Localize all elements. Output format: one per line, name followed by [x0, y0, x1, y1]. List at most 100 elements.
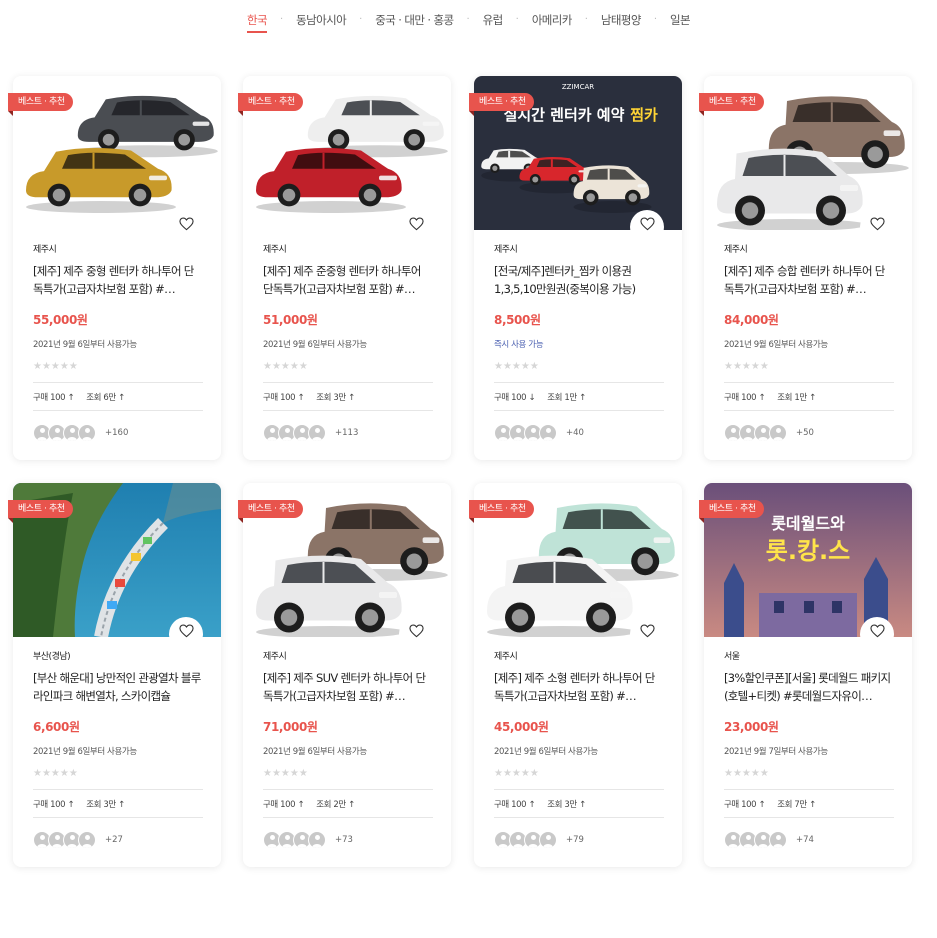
star-icons: ★★★★★ — [33, 361, 78, 372]
wishlist-heart-icon[interactable] — [399, 617, 433, 651]
best-recommend-badge: 베스트 · 추천 — [8, 93, 73, 116]
wishlist-heart-icon[interactable] — [630, 210, 664, 244]
product-card[interactable]: 베스트 · 추천 제주시 [제주] 제주 준중형 렌터카 하나투어 단독특가(고… — [238, 76, 451, 460]
purchase-count: 구매 100 ↑ — [724, 392, 766, 403]
view-count: 조회 3만 ↑ — [86, 799, 125, 810]
user-avatar-icon — [539, 831, 557, 849]
reviewer-avatars: +74 — [724, 830, 894, 850]
extra-user-count: +79 — [566, 835, 584, 845]
wishlist-heart-icon[interactable] — [399, 210, 433, 244]
extra-user-count: +113 — [335, 428, 359, 438]
product-card[interactable]: 베스트 · 추천 제주시 [제주] 제주 소형 렌터카 하나투어 단독특가(고급… — [469, 483, 682, 867]
product-card[interactable]: 롯데월드와 롯.캉.스 베스트 · 추천 서울 [3%할인쿠폰][서울] 롯데월… — [699, 483, 912, 867]
product-location: 부산(경남) — [33, 652, 71, 662]
tab-separator: · — [279, 14, 284, 25]
rating-stars: ★★★★★ — [724, 768, 894, 779]
tab-1[interactable]: 동남아시아 — [296, 12, 347, 31]
wishlist-heart-icon[interactable] — [169, 210, 203, 244]
product-stats: 구매 100 ↑ 조회 3만 ↑ — [33, 789, 203, 818]
tab-3[interactable]: 유럽 — [483, 12, 504, 31]
tab-separator: · — [466, 14, 470, 25]
product-card[interactable]: 베스트 · 추천 제주시 [제주] 제주 SUV 렌터카 하나투어 단독특가(고… — [238, 483, 451, 867]
purchase-count: 구매 100 ↑ — [33, 392, 75, 403]
product-stats: 구매 100 ↑ 조회 2만 ↑ — [263, 789, 433, 818]
best-recommend-badge: 베스트 · 추천 — [469, 93, 534, 116]
product-card[interactable]: 베스트 · 추천 부산(경남) [부산 해운대] 낭만적인 관광열차 블루라인파… — [8, 483, 221, 867]
product-location: 제주시 — [494, 652, 518, 662]
product-price: 45,000원 — [494, 720, 549, 734]
reviewer-avatars: +113 — [263, 423, 433, 443]
purchase-count: 구매 100 ↑ — [724, 799, 766, 810]
user-avatar-icon — [769, 831, 787, 849]
rating-stars: ★★★★★ — [494, 768, 664, 779]
product-title[interactable]: [제주] 제주 SUV 렌터카 하나투어 단독특가(고급자차보험 포함) #… — [263, 669, 433, 705]
product-title[interactable]: [제주] 제주 소형 렌터카 하나투어 단독특가(고급자차보험 포함) #… — [494, 669, 664, 705]
svg-text:롯데월드와: 롯데월드와 — [771, 514, 845, 533]
product-stats: 구매 100 ↑ 조회 6만 ↑ — [33, 382, 203, 411]
star-icons: ★★★★★ — [263, 768, 308, 779]
product-title[interactable]: [부산 해운대] 낭만적인 관광열차 블루라인파크 해변열차, 스카이캡슐 — [33, 669, 203, 705]
tab-4[interactable]: 아메리카 — [532, 12, 573, 31]
product-title[interactable]: [제주] 제주 승합 렌터카 하나투어 단독특가(고급자차보험 포함) #… — [724, 262, 894, 298]
best-recommend-badge: 베스트 · 추천 — [469, 500, 534, 523]
rating-stars: ★★★★★ — [33, 768, 203, 779]
wishlist-heart-icon[interactable] — [630, 617, 664, 651]
product-card[interactable]: ZZIMCAR 실시간 렌터카 예약 찜카 베스트 · 추천 제주시 [전국/제… — [469, 76, 682, 460]
product-price: 71,000원 — [263, 720, 318, 734]
product-location: 제주시 — [494, 245, 518, 255]
availability-text: 2021년 9월 6일부터 사용가능 — [263, 340, 367, 350]
reviewer-avatars: +50 — [724, 423, 894, 443]
tab-separator: · — [653, 14, 658, 25]
tab-separator: · — [584, 14, 588, 25]
view-count: 조회 7만 ↑ — [777, 799, 816, 810]
rating-stars: ★★★★★ — [33, 361, 203, 372]
rating-stars: ★★★★★ — [494, 361, 664, 372]
availability-text: 2021년 9월 6일부터 사용가능 — [263, 747, 367, 757]
user-avatar-icon — [308, 424, 326, 442]
best-recommend-badge: 베스트 · 추천 — [238, 500, 303, 523]
star-icons: ★★★★★ — [494, 361, 539, 372]
product-title[interactable]: [제주] 제주 중형 렌터카 하나투어 단독특가(고급자차보험 포함) #… — [33, 262, 203, 298]
product-location: 서울 — [724, 652, 740, 662]
availability-text: 2021년 9월 6일부터 사용가능 — [33, 340, 137, 350]
availability-text: 2021년 9월 6일부터 사용가능 — [33, 747, 137, 757]
product-title[interactable]: [3%할인쿠폰][서울] 롯데월드 패키지(호텔+티켓) #롯데월드자유이… — [724, 669, 894, 705]
best-recommend-badge: 베스트 · 추천 — [699, 500, 764, 523]
tab-separator: · — [359, 14, 363, 25]
view-count: 조회 1만 ↑ — [777, 392, 816, 403]
product-price: 8,500원 — [494, 313, 541, 327]
product-stats: 구매 100 ↑ 조회 1만 ↑ — [724, 382, 894, 411]
tab-6[interactable]: 일본 — [670, 12, 691, 31]
wishlist-heart-icon[interactable] — [169, 617, 203, 651]
rating-stars: ★★★★★ — [263, 361, 433, 372]
tab-0[interactable]: 한국 — [247, 12, 268, 33]
wishlist-heart-icon[interactable] — [860, 617, 894, 651]
tab-5[interactable]: 남태평양 — [601, 12, 642, 31]
tab-2[interactable]: 중국 · 대만 · 홍콩 — [375, 12, 454, 31]
product-location: 제주시 — [263, 652, 287, 662]
product-title[interactable]: [전국/제주]렌터카_찜카 이용권 1,3,5,10만원권(중복이용 가능) — [494, 262, 664, 298]
best-recommend-badge: 베스트 · 추천 — [238, 93, 303, 116]
purchase-count: 구매 100 ↑ — [33, 799, 75, 810]
reviewer-avatars: +160 — [33, 423, 203, 443]
product-title[interactable]: [제주] 제주 준중형 렌터카 하나투어 단독특가(고급자차보험 포함) #… — [263, 262, 433, 298]
wishlist-heart-icon[interactable] — [860, 210, 894, 244]
extra-user-count: +160 — [105, 428, 129, 438]
star-icons: ★★★★★ — [494, 768, 539, 779]
svg-text:찜카: 찜카 — [630, 106, 658, 124]
rating-stars: ★★★★★ — [263, 768, 433, 779]
reviewer-avatars: +27 — [33, 830, 203, 850]
product-price: 55,000원 — [33, 313, 88, 327]
product-card[interactable]: 베스트 · 추천 제주시 [제주] 제주 승합 렌터카 하나투어 단독특가(고급… — [699, 76, 912, 460]
user-avatar-icon — [308, 831, 326, 849]
user-avatar-icon — [78, 424, 96, 442]
extra-user-count: +27 — [105, 835, 123, 845]
star-icons: ★★★★★ — [33, 768, 78, 779]
product-stats: 구매 100 ↑ 조회 3만 ↑ — [263, 382, 433, 411]
view-count: 조회 2만 ↑ — [316, 799, 355, 810]
extra-user-count: +74 — [796, 835, 814, 845]
svg-text:롯.캉.스: 롯.캉.스 — [766, 537, 850, 565]
reviewer-avatars: +40 — [494, 423, 664, 443]
view-count: 조회 3만 ↑ — [316, 392, 355, 403]
product-card[interactable]: 베스트 · 추천 제주시 [제주] 제주 중형 렌터카 하나투어 단독특가(고급… — [8, 76, 221, 460]
